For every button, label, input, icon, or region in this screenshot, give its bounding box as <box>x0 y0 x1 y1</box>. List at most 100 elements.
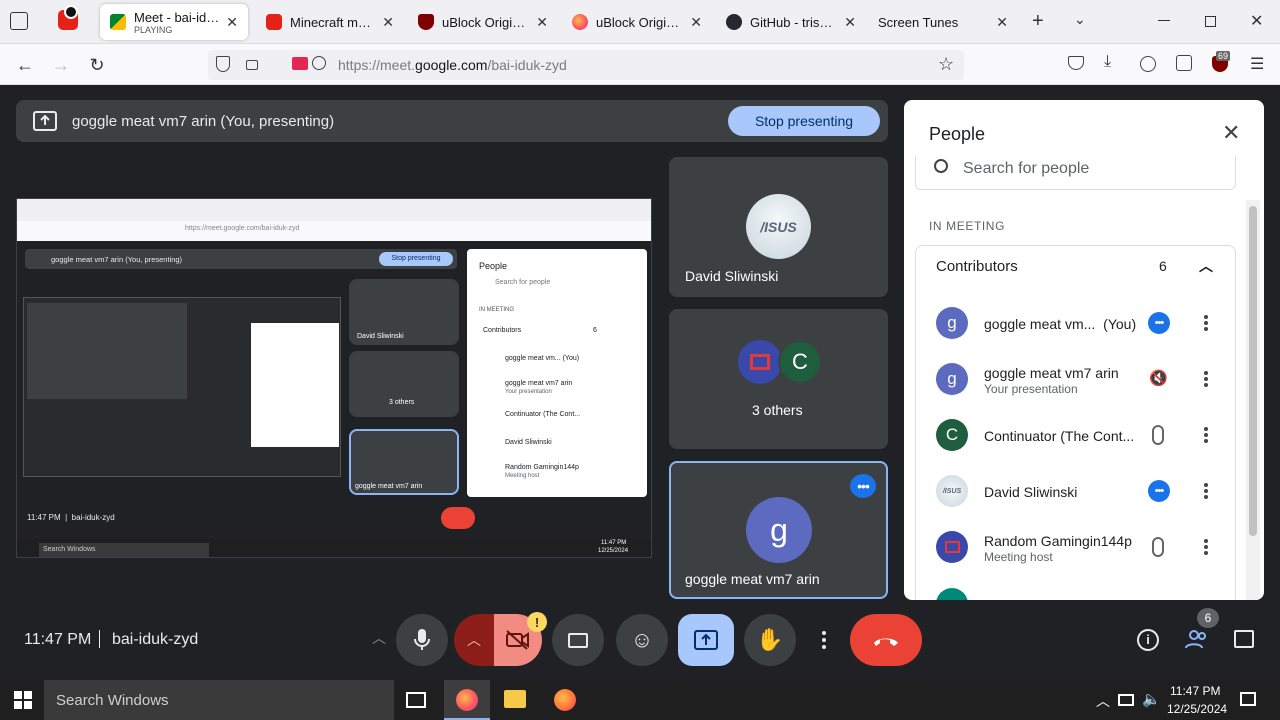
minimize-window-icon[interactable] <box>1158 20 1170 21</box>
raise-hand-button[interactable]: ✋ <box>744 614 796 666</box>
preview-clock-time: 11:47 PM <box>601 540 627 546</box>
tab-ublock-1[interactable]: uBlock Origin - Fr ✕ <box>408 4 558 40</box>
audio-muted-icon: 🔇 <box>1149 370 1168 387</box>
self-avatar: g <box>746 497 812 563</box>
participant-more-icon[interactable] <box>1204 315 1208 319</box>
tab-ublock-2[interactable]: uBlock Origin – G ✕ <box>562 4 712 40</box>
close-window-icon[interactable]: ✕ <box>1250 11 1263 31</box>
tab-screen-tunes[interactable]: Screen Tunes ✕ <box>868 4 1018 40</box>
audio-options-chevron-icon[interactable]: ︿ <box>372 628 386 648</box>
lock-icon[interactable] <box>246 60 258 70</box>
more-vert-icon <box>822 638 826 642</box>
participant-more-icon[interactable] <box>1204 539 1208 543</box>
contributors-label: Contributors <box>936 258 1018 275</box>
people-count-badge: 6 <box>1197 608 1219 628</box>
leave-call-button[interactable] <box>850 614 922 666</box>
audio-playing-icon[interactable] <box>64 5 78 19</box>
notifications-icon[interactable] <box>1240 692 1256 706</box>
people-panel-title: People <box>929 124 986 144</box>
participant-avatar: C <box>936 419 968 451</box>
participant-avatar: g <box>936 363 968 395</box>
participant-more-icon[interactable] <box>1204 427 1208 431</box>
participant-more-icon[interactable] <box>1204 371 1208 375</box>
clock-time[interactable]: 11:47 PM <box>1170 684 1220 698</box>
tab-title: uBlock Origin - Fr <box>442 14 530 30</box>
mic-blocked-icon[interactable] <box>312 56 326 70</box>
close-tab-icon[interactable]: ✕ <box>226 14 238 31</box>
mic-off-icon <box>1152 537 1164 557</box>
file-explorer-icon[interactable] <box>504 690 526 708</box>
stop-presenting-button[interactable]: Stop presenting <box>728 106 880 136</box>
more-options-button[interactable] <box>812 622 836 658</box>
volume-icon[interactable]: 🔈 <box>1142 690 1161 708</box>
time-divider <box>99 630 100 648</box>
app-menu-icon[interactable]: ☰ <box>1250 54 1264 74</box>
maximize-window-icon[interactable] <box>1205 16 1216 27</box>
close-tab-icon[interactable]: ✕ <box>690 14 702 31</box>
present-screen-icon <box>694 630 718 650</box>
close-tab-icon[interactable]: ✕ <box>996 14 1008 31</box>
chat-icon[interactable] <box>1234 630 1254 648</box>
participant-row[interactable]: g goggle meat vm7 arin Your presentation… <box>904 351 1234 407</box>
tab-github[interactable]: GitHub - trishum ✕ <box>716 4 866 40</box>
microphone-button[interactable] <box>396 614 448 666</box>
participant-row[interactable]: Random Gamingin144p Meeting host <box>904 519 1234 575</box>
participant-row[interactable]: g goggle meat vm... (You) ••• <box>904 295 1234 351</box>
close-panel-icon[interactable]: ✕ <box>1222 120 1240 146</box>
participant-tile-others[interactable] <box>669 309 888 449</box>
downloads-icon[interactable]: ⤓ <box>1104 53 1111 71</box>
tracking-shield-icon[interactable] <box>216 56 230 72</box>
url-text[interactable]: https://meet.google.com/bai-iduk-zyd <box>338 57 567 73</box>
close-tab-icon[interactable]: ✕ <box>382 14 394 31</box>
participant-name: Continuator (The Cont... <box>984 428 1135 444</box>
forward-arrow-icon[interactable]: → <box>48 52 74 78</box>
preview-tile-david-name: David Sliwinski <box>357 333 404 340</box>
url-path: /bai-iduk-zyd <box>487 57 567 73</box>
present-now-button[interactable] <box>678 614 734 666</box>
tray-chevron-icon[interactable]: ︿ <box>1096 691 1110 711</box>
close-tab-icon[interactable]: ✕ <box>844 14 856 31</box>
tab-minecraft[interactable]: Minecraft music d ✕ <box>256 4 404 40</box>
hang-up-icon <box>874 638 898 646</box>
meeting-details-info-icon[interactable]: i <box>1137 629 1159 651</box>
extensions-puzzle-icon[interactable] <box>1176 55 1192 71</box>
clock-date[interactable]: 12/25/2024 <box>1167 702 1227 716</box>
panel-scrollbar-thumb[interactable] <box>1249 206 1257 536</box>
firefox-icon-2[interactable] <box>554 689 576 711</box>
preview-row-name: David Sliwinski <box>505 439 552 446</box>
you-label: (You) <box>1103 316 1137 332</box>
preview-panel-search: Search for people <box>495 279 551 286</box>
screen-share-indicator-icon[interactable] <box>292 57 308 70</box>
close-tab-icon[interactable]: ✕ <box>536 14 548 31</box>
new-tab-plus-icon[interactable]: + <box>1032 10 1044 33</box>
preview-stop-presenting: Stop presenting <box>379 252 453 266</box>
tile-name-others: 3 others <box>752 402 803 418</box>
list-tabs-chevron-icon[interactable]: ⌄ <box>1074 11 1086 28</box>
mic-off-icon <box>1152 425 1164 445</box>
tab-overview-icon[interactable] <box>10 12 28 30</box>
raise-hand-icon: ✋ <box>756 627 784 652</box>
tab-title: Meet - bai-iduk-z <box>134 9 220 25</box>
participant-more-icon[interactable] <box>1204 483 1208 487</box>
more-options-dots-icon[interactable]: ••• <box>850 474 876 498</box>
participant-row[interactable]: /ISUS David Sliwinski ••• <box>904 463 1234 519</box>
tab-meet[interactable]: Meet - bai-iduk-z PLAYING ✕ <box>100 4 248 40</box>
task-view-icon[interactable] <box>406 692 426 708</box>
preview-presenting-text: goggle meat vm7 arin (You, presenting) <box>51 255 183 264</box>
windows-start-icon[interactable] <box>14 691 32 709</box>
search-icon <box>934 159 948 173</box>
account-icon[interactable] <box>1140 56 1156 72</box>
microphone-icon <box>414 629 430 650</box>
taskbar-search-box[interactable]: Search Windows <box>44 680 394 720</box>
speaking-dots-icon: ••• <box>1148 312 1170 334</box>
people-icon[interactable] <box>1184 628 1208 650</box>
back-arrow-icon[interactable]: ← <box>12 52 38 78</box>
reload-icon[interactable]: ↻ <box>84 52 110 78</box>
collapse-chevron-icon[interactable]: ︿ <box>1199 256 1213 276</box>
network-icon[interactable] <box>1118 694 1134 706</box>
captions-button[interactable] <box>552 614 604 666</box>
participant-row[interactable]: C Continuator (The Cont... <box>904 407 1234 463</box>
bookmark-star-icon[interactable]: ☆ <box>938 54 954 75</box>
participant-name-text: goggle meat vm... <box>984 316 1096 332</box>
emoji-reaction-button[interactable]: ☺ <box>616 614 668 666</box>
